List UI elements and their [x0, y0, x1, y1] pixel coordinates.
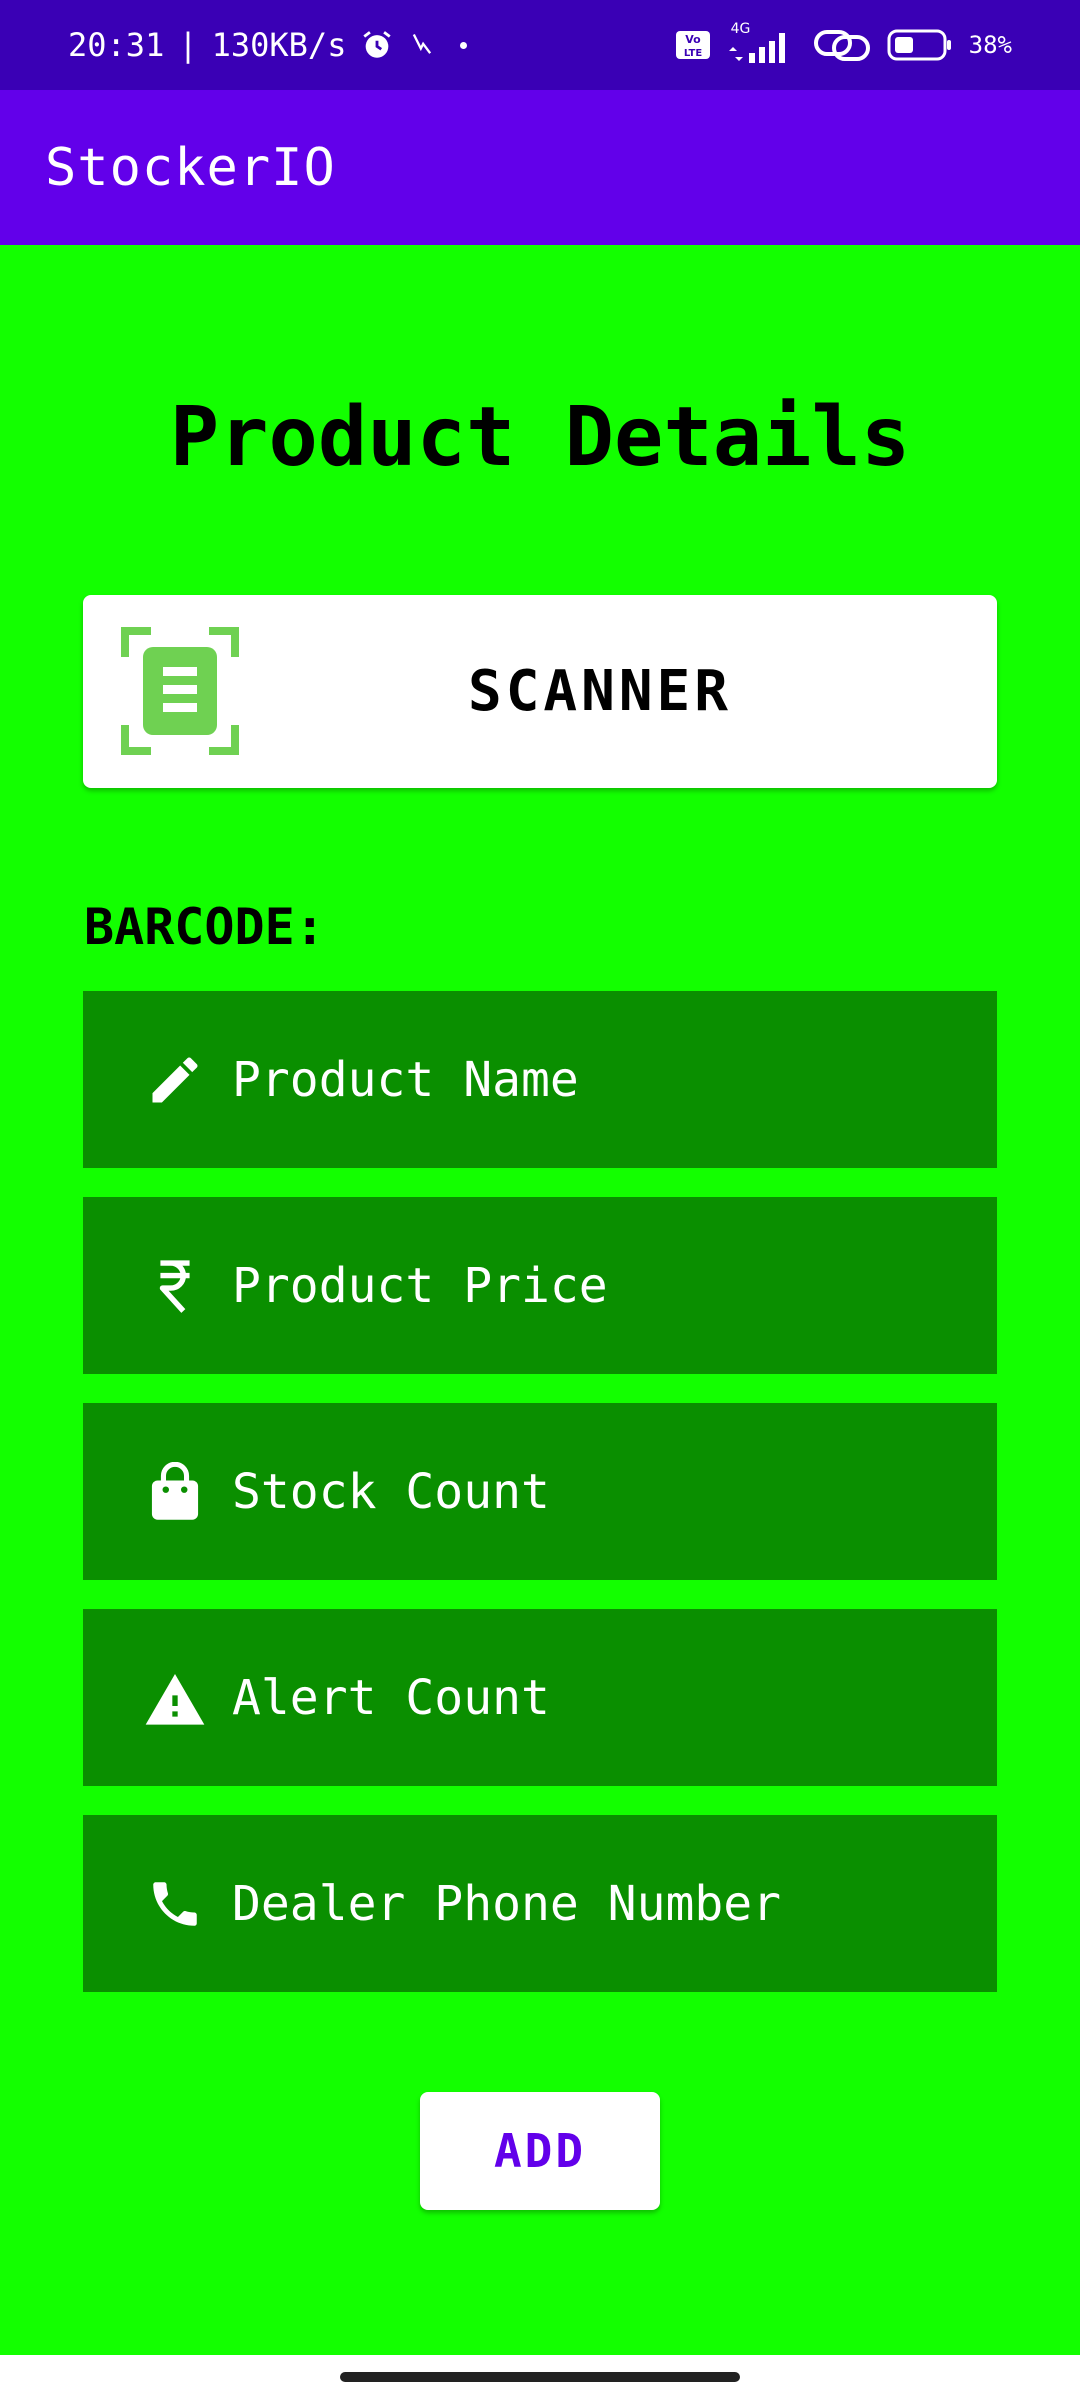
shopping-bag-icon [140, 1457, 210, 1527]
alert-count-input[interactable] [230, 1608, 997, 1787]
signal-group: 4G [727, 21, 797, 65]
link-icon [813, 30, 870, 61]
home-indicator[interactable] [340, 2372, 740, 2382]
dealer-phone-field[interactable] [83, 1814, 997, 1993]
app-title: StockerIO [45, 137, 336, 198]
stock-count-field[interactable] [83, 1402, 997, 1581]
status-left: 20:31 | 130KB/s [68, 0, 468, 90]
app-bar: StockerIO [0, 90, 1080, 245]
rupee-icon [140, 1251, 210, 1321]
scanner-button[interactable]: SCANNER [83, 595, 997, 788]
product-name-field[interactable] [83, 990, 997, 1169]
navigation-bar [0, 2355, 1080, 2400]
product-price-field[interactable] [83, 1196, 997, 1375]
volte-icon: Vo LTE [675, 31, 710, 59]
page-title: Product Details [169, 390, 911, 485]
warning-icon [140, 1663, 210, 1733]
scanner-label: SCANNER [467, 659, 732, 724]
svg-text:Vo: Vo [685, 33, 701, 46]
pencil-icon [140, 1045, 210, 1115]
status-time: 20:31 [68, 26, 165, 64]
status-separator: | [178, 26, 198, 64]
status-net-speed: 130KB/s [211, 26, 347, 64]
product-price-input[interactable] [230, 1196, 997, 1375]
add-button[interactable]: ADD [420, 2092, 660, 2210]
status-right: Vo LTE 4G 38% [675, 0, 1012, 90]
signal-icon [728, 33, 785, 63]
activity-icon [413, 33, 432, 54]
battery-icon [887, 29, 951, 61]
alert-count-field[interactable] [83, 1608, 997, 1787]
status-bar: 20:31 | 130KB/s Vo LTE 4G 38% [0, 0, 1080, 90]
status-dot [460, 41, 468, 49]
phone-icon [140, 1869, 210, 1939]
dealer-phone-input[interactable] [230, 1814, 997, 1993]
product-name-input[interactable] [230, 990, 997, 1169]
barcode-label: BARCODE: [84, 898, 325, 956]
svg-text:LTE: LTE [683, 48, 702, 59]
battery-percent: 38% [968, 31, 1012, 59]
stock-count-input[interactable] [230, 1402, 997, 1581]
alarm-icon [363, 31, 392, 58]
